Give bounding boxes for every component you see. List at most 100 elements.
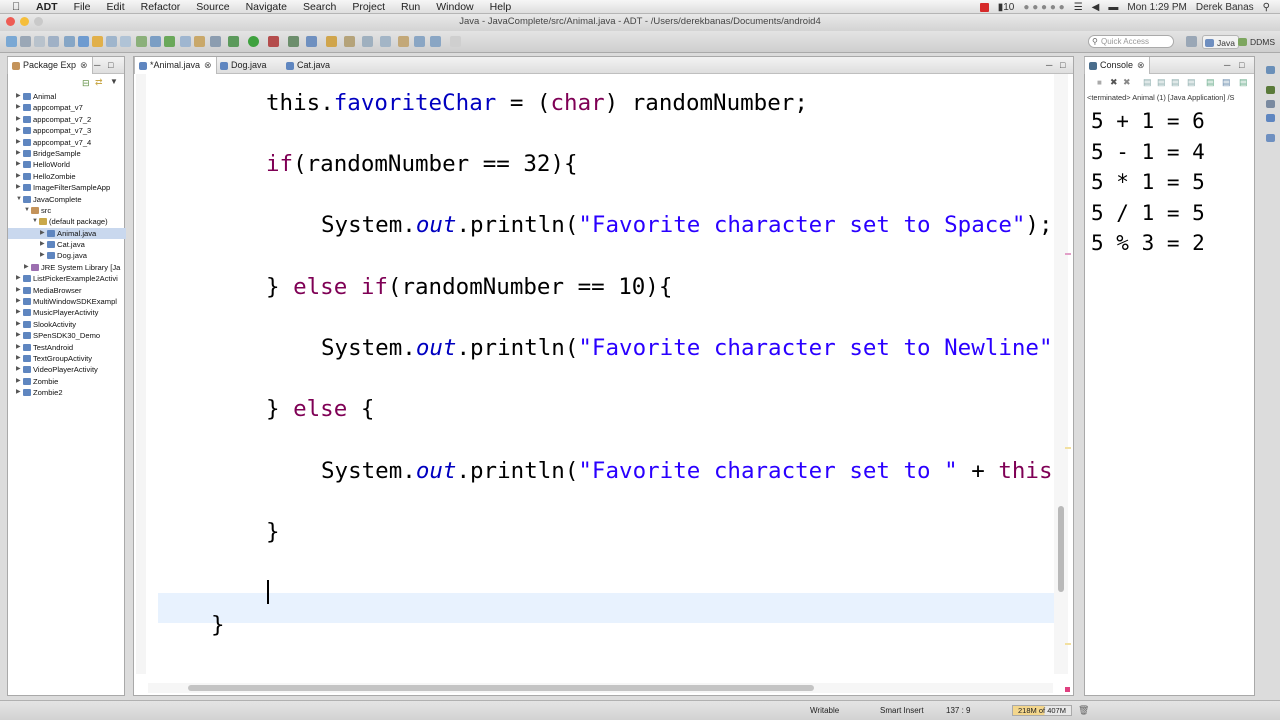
tree-item[interactable]: ▶ appcompat_v7_2 <box>8 114 126 125</box>
open-type-icon[interactable] <box>136 36 147 47</box>
overview-marker[interactable] <box>1065 643 1071 645</box>
code-line[interactable]: this.favoriteChar = (char) randomNumber; <box>266 88 808 118</box>
scroll-lock-icon[interactable]: ▤ <box>1157 77 1166 88</box>
external-tools-icon[interactable] <box>268 36 279 47</box>
tab-console[interactable]: Console ⊗ <box>1084 57 1150 74</box>
debug-config-icon[interactable] <box>150 36 161 47</box>
expand-right-icon[interactable]: ▶ <box>16 353 22 364</box>
record-icon[interactable] <box>979 2 989 12</box>
expand-right-icon[interactable]: ▶ <box>16 91 22 102</box>
close-tab-icon[interactable]: ⊗ <box>80 60 88 70</box>
run-icon[interactable] <box>248 36 259 47</box>
maximize-view-icon[interactable]: □ <box>108 60 113 70</box>
terminate-icon[interactable]: ■ <box>1097 78 1102 87</box>
collapse-all-icon[interactable]: ⊟ <box>82 78 90 89</box>
perspective-ddms[interactable]: DDMS <box>1236 35 1278 49</box>
expand-right-icon[interactable]: ▶ <box>16 296 22 307</box>
vertical-scroll-thumb[interactable] <box>1058 506 1064 592</box>
tree-item[interactable]: ▼ src <box>8 205 126 216</box>
close-window-icon[interactable] <box>6 17 15 26</box>
expand-right-icon[interactable]: ▶ <box>24 262 30 273</box>
menu-navigate[interactable]: Navigate <box>238 1 295 13</box>
tree-item[interactable]: ▶ Dog.java <box>8 250 126 261</box>
expand-right-icon[interactable]: ▶ <box>16 330 22 341</box>
tree-item[interactable]: ▶ Animal.java <box>8 227 126 240</box>
wifi-icon[interactable]: ☰ <box>1074 2 1083 13</box>
tree-item[interactable]: ▶ BridgeSample <box>8 148 126 159</box>
expand-right-icon[interactable]: ▶ <box>16 364 22 375</box>
tab-dog-java[interactable]: Dog.java <box>216 57 271 74</box>
save-icon[interactable] <box>20 36 31 47</box>
quick-access-input[interactable]: ⚲ Quick Access <box>1088 35 1174 48</box>
menu-adt[interactable]: ADT <box>28 1 66 13</box>
menu-search[interactable]: Search <box>295 1 344 13</box>
menu-edit[interactable]: Edit <box>99 1 133 13</box>
word-wrap-icon[interactable]: ▤ <box>1171 77 1180 88</box>
close-tab-icon[interactable]: ⊗ <box>1137 60 1145 70</box>
tree-item[interactable]: ▶ MultiWindowSDKExampl <box>8 296 126 307</box>
expand-right-icon[interactable]: ▶ <box>16 182 22 193</box>
new-icon[interactable] <box>6 36 17 47</box>
minimize-window-icon[interactable] <box>20 17 29 26</box>
task-list-icon[interactable] <box>1266 100 1275 108</box>
overview-marker[interactable] <box>1065 447 1071 449</box>
expand-right-icon[interactable]: ▶ <box>40 250 46 261</box>
zoom-window-icon[interactable] <box>34 17 43 26</box>
expand-right-icon[interactable]: ▶ <box>16 273 22 284</box>
tree-item[interactable]: ▶ Cat.java <box>8 239 126 250</box>
tree-item[interactable]: ▶ SlookActivity <box>8 319 126 330</box>
code-line[interactable]: } else if(randomNumber == 10){ <box>266 272 672 302</box>
tree-item[interactable]: ▶ HelloZombie <box>8 171 126 182</box>
close-tab-icon[interactable]: ⊗ <box>204 60 212 70</box>
menu-project[interactable]: Project <box>344 1 393 13</box>
prev-annotation-icon[interactable] <box>380 36 391 47</box>
remove-all-icon[interactable]: ✖ <box>1123 77 1131 88</box>
debug-icon[interactable] <box>228 36 239 47</box>
expand-right-icon[interactable]: ▶ <box>16 148 22 159</box>
expand-right-icon[interactable]: ▶ <box>16 171 22 182</box>
search-tool-icon[interactable] <box>180 36 191 47</box>
tree-item[interactable]: ▶ HelloWorld <box>8 159 126 170</box>
open-folder-icon[interactable] <box>326 36 337 47</box>
tree-item[interactable]: ▶ VideoPlayerActivity <box>8 364 126 375</box>
tree-item[interactable]: ▶ JRE System Library [Ja <box>8 262 126 273</box>
remove-launch-icon[interactable]: ✖ <box>1110 77 1118 88</box>
tree-item[interactable]: ▶ Animal <box>8 91 126 102</box>
view-menu-icon[interactable]: ▼ <box>110 77 118 86</box>
minimize-view-icon[interactable]: ─ <box>94 60 100 70</box>
battery-count[interactable]: ▮10 <box>998 2 1015 13</box>
check-icon[interactable] <box>164 36 175 47</box>
minimize-console-icon[interactable]: ─ <box>1224 60 1230 70</box>
maximize-editor-icon[interactable]: □ <box>1060 60 1065 70</box>
tree-item[interactable]: ▶ SPenSDK30_Demo <box>8 330 126 341</box>
overview-error-marker[interactable] <box>1065 687 1070 692</box>
minimize-editor-icon[interactable]: ─ <box>1046 60 1052 70</box>
editor-vertical-scrollbar[interactable] <box>1054 74 1068 674</box>
avd-manager-icon[interactable] <box>78 36 89 47</box>
expand-right-icon[interactable]: ▶ <box>16 285 22 296</box>
tools-icon[interactable] <box>210 36 221 47</box>
tree-item[interactable]: ▶ MusicPlayerActivity <box>8 307 126 318</box>
expand-right-icon[interactable]: ▶ <box>16 125 22 136</box>
expand-right-icon[interactable]: ▶ <box>16 137 22 148</box>
spotlight-icon[interactable]: ⚲ <box>1263 2 1270 13</box>
code-line[interactable]: if(randomNumber == 32){ <box>266 149 578 179</box>
save-all-icon[interactable] <box>34 36 45 47</box>
expand-right-icon[interactable]: ▶ <box>16 319 22 330</box>
expand-right-icon[interactable]: ▶ <box>40 239 46 250</box>
expand-right-icon[interactable]: ▶ <box>16 102 22 113</box>
menu-source[interactable]: Source <box>188 1 237 13</box>
menu-window[interactable]: Window <box>428 1 481 13</box>
tree-item[interactable]: ▶ MediaBrowser <box>8 285 126 296</box>
editor-ruler[interactable] <box>136 74 146 674</box>
restore-view-icon[interactable] <box>1266 66 1275 74</box>
tree-item[interactable]: ▶ ListPickerExample2Activi <box>8 273 126 284</box>
code-line[interactable]: } else { <box>266 394 374 424</box>
open-console-icon[interactable]: ▤ <box>1239 77 1248 88</box>
battery-icon[interactable]: ▬ <box>1108 2 1118 13</box>
expand-right-icon[interactable]: ▶ <box>16 387 22 398</box>
menu-run[interactable]: Run <box>393 1 428 13</box>
tree-item[interactable]: ▶ Zombie2 <box>8 387 126 398</box>
menu-refactor[interactable]: Refactor <box>133 1 189 13</box>
tree-item[interactable]: ▶ ImageFilterSampleApp <box>8 182 126 193</box>
